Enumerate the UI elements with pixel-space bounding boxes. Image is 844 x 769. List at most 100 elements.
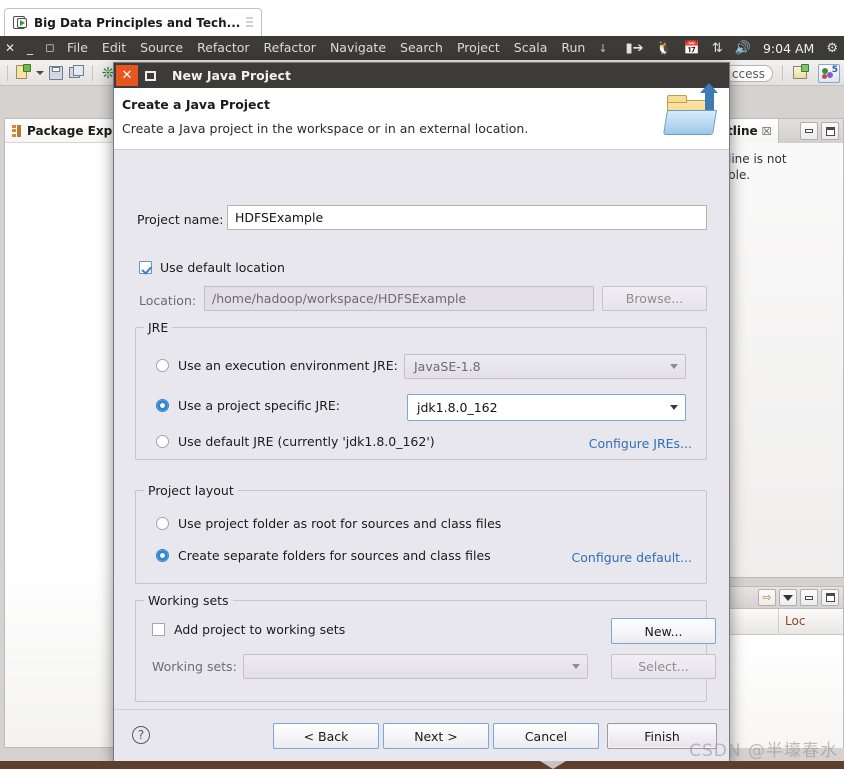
package-explorer-panel[interactable]: Package Explor — [4, 118, 130, 748]
jre-exec-env-value: JavaSE-1.8 — [414, 359, 481, 374]
browse-button: Browse... — [602, 286, 707, 311]
project-layout-group: Project layout Use project folder as roo… — [135, 483, 707, 584]
jre-project-specific-combo[interactable]: jdk1.8.0_162 — [407, 394, 686, 421]
menu-refactor-2[interactable]: Refactor — [257, 36, 323, 60]
working-sets-select-label: Working sets: — [152, 659, 237, 674]
jre-exec-env-radio[interactable] — [156, 359, 169, 372]
jre-default-label: Use default JRE (currently 'jdk1.8.0_162… — [178, 434, 435, 449]
quick-access-input[interactable]: ccess — [723, 64, 773, 82]
project-name-input[interactable]: HDFSExample — [227, 205, 707, 230]
window-maximize-button[interactable]: ◻ — [40, 36, 60, 60]
select-working-set-label: Select... — [638, 659, 689, 674]
next-button[interactable]: Next > — [383, 723, 489, 749]
new-dropdown-arrow-icon[interactable] — [35, 64, 44, 82]
jre-default-row[interactable]: Use default JRE (currently 'jdk1.8.0_162… — [156, 434, 435, 449]
network-updown-icon[interactable]: ⇅ — [712, 42, 723, 55]
menu-refactor-1[interactable]: Refactor — [190, 36, 256, 60]
maximize-button[interactable] — [821, 589, 839, 606]
view-menu-icon[interactable] — [779, 589, 797, 606]
menu-run[interactable]: Run — [554, 36, 592, 60]
dialog-title: New Java Project — [172, 68, 291, 83]
maximize-button[interactable] — [821, 122, 839, 140]
minimize-button[interactable] — [800, 122, 818, 140]
menu-edit[interactable]: Edit — [95, 36, 133, 60]
system-tray: ▮➔ 🐧 📅 ⇅ 🔊 9:04 AM ⚙ — [625, 36, 838, 60]
dialog-header-subtitle: Create a Java project in the workspace o… — [122, 121, 529, 136]
layout-separate-radio[interactable] — [156, 549, 169, 562]
eclipse-launch-icon — [13, 15, 28, 30]
menu-search[interactable]: Search — [393, 36, 450, 60]
bottom-right-column-header[interactable]: Loc — [721, 609, 843, 635]
volume-icon[interactable]: 🔊 — [735, 42, 751, 55]
save-icon[interactable] — [47, 64, 65, 82]
cancel-button[interactable]: Cancel — [493, 723, 599, 749]
dialog-header-title: Create a Java Project — [122, 97, 270, 112]
package-explorer-tab[interactable]: Package Explor — [5, 119, 130, 143]
keyboard-layout-icon[interactable]: ▮➔ — [625, 42, 643, 55]
layout-root-label: Use project folder as root for sources a… — [178, 516, 502, 531]
add-to-working-sets-row[interactable]: Add project to working sets — [152, 622, 345, 637]
help-icon[interactable]: ? — [132, 726, 150, 744]
tab-grip-icon[interactable] — [246, 16, 254, 29]
menu-file[interactable]: File — [60, 36, 95, 60]
use-default-location-row[interactable]: Use default location — [139, 260, 285, 275]
menu-project[interactable]: Project — [450, 36, 507, 60]
calendar-icon[interactable]: 📅 — [684, 42, 700, 55]
window-close-button[interactable]: ✕ — [0, 36, 20, 60]
select-working-set-button: Select... — [611, 654, 716, 679]
outline-message-line1: line is not — [728, 152, 787, 166]
menu-overflow-icon[interactable]: ↓ — [592, 42, 613, 55]
configure-default-link[interactable]: Configure default... — [572, 550, 692, 565]
chevron-down-icon — [572, 664, 580, 669]
jre-group-title: JRE — [144, 320, 173, 335]
next-button-label: Next > — [414, 728, 458, 744]
configure-jres-link[interactable]: Configure JREs... — [589, 436, 692, 451]
menu-scala[interactable]: Scala — [507, 36, 555, 60]
maximize-icon[interactable] — [140, 65, 160, 86]
java-project-folder-icon — [663, 83, 721, 146]
toolbar-divider — [7, 64, 8, 81]
jre-default-radio[interactable] — [156, 435, 169, 448]
back-button-label: < Back — [303, 728, 349, 744]
minimize-button[interactable] — [800, 589, 818, 606]
window-tab-label: Big Data Principles and Tech... — [34, 15, 241, 30]
jre-project-specific-row[interactable]: Use a project specific JRE: — [156, 398, 340, 413]
new-working-set-button[interactable]: New... — [611, 618, 716, 644]
outline-tab-row: tline ☒ — [721, 119, 843, 143]
menu-source[interactable]: Source — [133, 36, 190, 60]
cancel-button-label: Cancel — [524, 728, 568, 744]
location-label: Location: — [139, 293, 197, 308]
tray-clock[interactable]: 9:04 AM — [763, 41, 814, 56]
window-tab[interactable]: Big Data Principles and Tech... — [4, 8, 263, 36]
save-all-icon[interactable] — [68, 64, 86, 82]
jre-project-specific-radio[interactable] — [156, 399, 169, 412]
window-tab-strip: Big Data Principles and Tech... — [0, 0, 844, 36]
layout-separate-row[interactable]: Create separate folders for sources and … — [156, 548, 491, 563]
package-explorer-icon — [12, 124, 22, 137]
gear-icon[interactable]: ⚙ — [826, 42, 838, 55]
window-minimize-button[interactable]: _ — [20, 36, 40, 60]
layout-root-radio[interactable] — [156, 517, 169, 530]
close-icon[interactable]: ✕ — [116, 65, 138, 86]
dialog-body: Project name: HDFSExample Use default lo… — [114, 150, 729, 710]
back-button[interactable]: < Back — [273, 723, 379, 749]
location-label-wrap: Location: — [139, 293, 196, 308]
close-icon[interactable]: ☒ — [762, 125, 772, 138]
qa-divider — [782, 65, 783, 81]
project-name-value: HDFSExample — [235, 210, 324, 225]
chevron-down-icon[interactable] — [670, 405, 678, 410]
watermark: CSDN @半壕春水 — [689, 741, 838, 761]
open-perspective-icon[interactable] — [792, 64, 812, 82]
use-default-location-checkbox[interactable] — [139, 261, 152, 274]
jre-exec-env-row[interactable]: Use an execution environment JRE: — [156, 358, 398, 373]
sort-icon[interactable]: ⇨ — [758, 589, 776, 606]
java-perspective-icon[interactable]: 5 — [818, 63, 840, 83]
outline-message: line is not ble. — [721, 143, 843, 191]
new-wizard-icon[interactable] — [14, 63, 32, 82]
menu-navigate[interactable]: Navigate — [323, 36, 393, 60]
layout-root-row[interactable]: Use project folder as root for sources a… — [156, 516, 501, 531]
bottom-right-panel[interactable]: ⇨ Loc — [720, 586, 844, 748]
outline-panel[interactable]: tline ☒ line is not ble. — [720, 118, 844, 578]
linux-penguin-icon[interactable]: 🐧 — [655, 42, 671, 55]
add-to-working-sets-checkbox[interactable] — [152, 623, 165, 636]
